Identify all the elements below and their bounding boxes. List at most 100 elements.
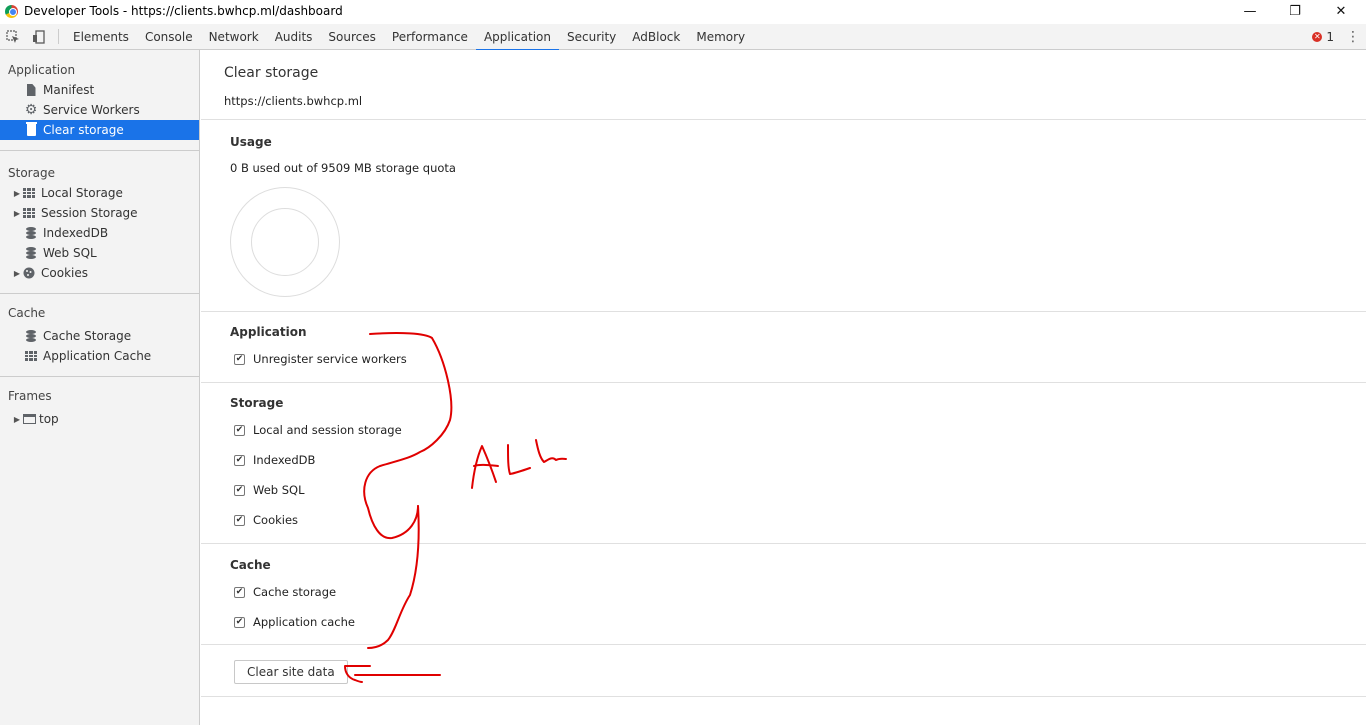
local-session-storage-checkbox[interactable]: ✔ Local and session storage	[234, 423, 402, 437]
sidebar-item-cookies[interactable]: ▶ Cookies	[0, 263, 199, 283]
clear-button-section	[201, 645, 1366, 697]
storage-title: Storage	[230, 396, 284, 410]
tab-security[interactable]: Security	[559, 24, 624, 50]
inspect-element-icon[interactable]	[0, 24, 26, 49]
sidebar-item-label: Web SQL	[43, 246, 97, 260]
device-toggle-icon[interactable]	[26, 24, 52, 49]
error-icon: ✕	[1312, 31, 1323, 42]
checkbox-checked-icon[interactable]: ✔	[234, 424, 245, 436]
close-window-button[interactable]: ✕	[1318, 0, 1364, 22]
more-options-icon[interactable]: ⋮	[1346, 24, 1360, 50]
usage-text: 0 B used out of 9509 MB storage quota	[230, 161, 456, 175]
checkbox-checked-icon[interactable]: ✔	[234, 454, 245, 466]
expand-arrow-icon[interactable]: ▶	[12, 209, 22, 218]
web-sql-checkbox[interactable]: ✔ Web SQL	[234, 483, 305, 497]
toolbar-right: ✕ 1 ⋮	[1312, 24, 1366, 49]
clear-storage-panel: Clear storage https://clients.bwhcp.ml U…	[201, 50, 1366, 725]
checkbox-label: IndexedDB	[253, 453, 316, 467]
window-title: Developer Tools - https://clients.bwhcp.…	[24, 4, 343, 18]
minimize-button[interactable]: —	[1227, 0, 1273, 22]
sidebar-item-label: Manifest	[43, 83, 95, 97]
checkbox-checked-icon[interactable]: ✔	[234, 586, 245, 598]
sidebar-header-application: Application	[8, 63, 76, 77]
table-grid-icon	[22, 206, 36, 220]
sidebar-item-session-storage[interactable]: ▶ Session Storage	[0, 203, 199, 223]
cookie-icon	[22, 266, 36, 280]
sidebar-item-cache-storage[interactable]: Cache Storage	[0, 326, 199, 346]
devtools-toolbar: Elements Console Network Audits Sources …	[0, 24, 1366, 51]
trash-icon	[24, 122, 38, 137]
sidebar-item-label: top	[39, 412, 59, 426]
expand-arrow-icon[interactable]: ▶	[12, 269, 22, 278]
tab-console[interactable]: Console	[137, 24, 201, 50]
sidebar-header-storage: Storage	[8, 166, 55, 180]
sidebar-item-manifest[interactable]: Manifest	[0, 80, 199, 100]
error-counter[interactable]: ✕ 1	[1312, 30, 1334, 44]
checkbox-label: Unregister service workers	[253, 352, 407, 366]
table-grid-icon	[24, 349, 38, 363]
checkbox-checked-icon[interactable]: ✔	[234, 514, 245, 526]
chrome-logo-icon	[5, 4, 18, 18]
sidebar-header-cache: Cache	[8, 306, 46, 320]
table-grid-icon	[22, 186, 36, 200]
tab-adblock[interactable]: AdBlock	[624, 24, 688, 50]
database-icon	[24, 226, 38, 240]
application-section: Application ✔ Unregister service workers	[201, 312, 1366, 383]
toolbar-divider	[58, 29, 59, 44]
frame-window-icon	[22, 412, 36, 426]
sidebar-item-label: Clear storage	[43, 123, 124, 137]
checkbox-checked-icon[interactable]: ✔	[234, 353, 245, 365]
database-icon	[24, 329, 38, 343]
gear-icon: ⚙	[24, 102, 38, 118]
cache-storage-checkbox[interactable]: ✔ Cache storage	[234, 585, 336, 599]
window-title-bar: Developer Tools - https://clients.bwhcp.…	[0, 0, 1366, 22]
sidebar-item-web-sql[interactable]: Web SQL	[0, 243, 199, 263]
tab-memory[interactable]: Memory	[688, 24, 753, 50]
application-cache-checkbox[interactable]: ✔ Application cache	[234, 615, 355, 629]
cache-title: Cache	[230, 558, 271, 572]
usage-pie-inner-ring	[251, 208, 319, 276]
sidebar-header-frames: Frames	[8, 389, 52, 403]
expand-arrow-icon[interactable]: ▶	[12, 415, 22, 424]
sidebar-item-label: Service Workers	[43, 103, 140, 117]
usage-section: Usage 0 B used out of 9509 MB storage qu…	[201, 121, 1366, 312]
sidebar-item-label: Session Storage	[41, 206, 138, 220]
tab-audits[interactable]: Audits	[267, 24, 321, 50]
sidebar-item-service-workers[interactable]: ⚙ Service Workers	[0, 100, 199, 120]
sidebar-item-label: IndexedDB	[43, 226, 109, 240]
sidebar-item-clear-storage[interactable]: Clear storage	[0, 120, 199, 140]
cookies-checkbox[interactable]: ✔ Cookies	[234, 513, 298, 527]
tab-elements[interactable]: Elements	[65, 24, 137, 50]
expand-arrow-icon[interactable]: ▶	[12, 189, 22, 198]
tab-network[interactable]: Network	[201, 24, 267, 50]
checkbox-checked-icon[interactable]: ✔	[234, 616, 245, 628]
checkbox-label: Local and session storage	[253, 423, 402, 437]
checkbox-label: Web SQL	[253, 483, 305, 497]
sidebar-item-label: Application Cache	[43, 349, 152, 363]
sidebar-item-indexeddb[interactable]: IndexedDB	[0, 223, 199, 243]
restore-button[interactable]: ❐	[1272, 0, 1318, 22]
tab-application[interactable]: Application	[475, 24, 560, 51]
error-count: 1	[1326, 29, 1334, 44]
sidebar-item-frame-top[interactable]: ▶ top	[0, 409, 199, 429]
checkbox-label: Application cache	[253, 615, 355, 629]
origin-url: https://clients.bwhcp.ml	[224, 94, 363, 108]
indexeddb-checkbox[interactable]: ✔ IndexedDB	[234, 453, 315, 467]
storage-section: Storage ✔ Local and session storage ✔ In…	[201, 383, 1366, 544]
panel-header: Clear storage https://clients.bwhcp.ml	[201, 50, 1366, 120]
sidebar-item-local-storage[interactable]: ▶ Local Storage	[0, 183, 199, 203]
page-title: Clear storage	[224, 65, 319, 81]
cache-section: Cache ✔ Cache storage ✔ Application cach…	[201, 544, 1366, 645]
sidebar-item-application-cache[interactable]: Application Cache	[0, 346, 199, 366]
tab-sources[interactable]: Sources	[320, 24, 383, 50]
checkbox-label: Cache storage	[253, 585, 337, 599]
checkbox-checked-icon[interactable]: ✔	[234, 484, 245, 496]
unregister-service-workers-checkbox[interactable]: ✔ Unregister service workers	[234, 352, 407, 366]
usage-title: Usage	[230, 135, 272, 149]
sidebar-item-label: Local Storage	[41, 186, 123, 200]
tab-performance[interactable]: Performance	[384, 24, 476, 50]
document-icon	[24, 83, 38, 97]
sidebar-item-label: Cookies	[41, 266, 88, 280]
sidebar: Application Manifest ⚙ Service Workers C…	[0, 50, 200, 725]
application-title: Application	[230, 325, 307, 339]
